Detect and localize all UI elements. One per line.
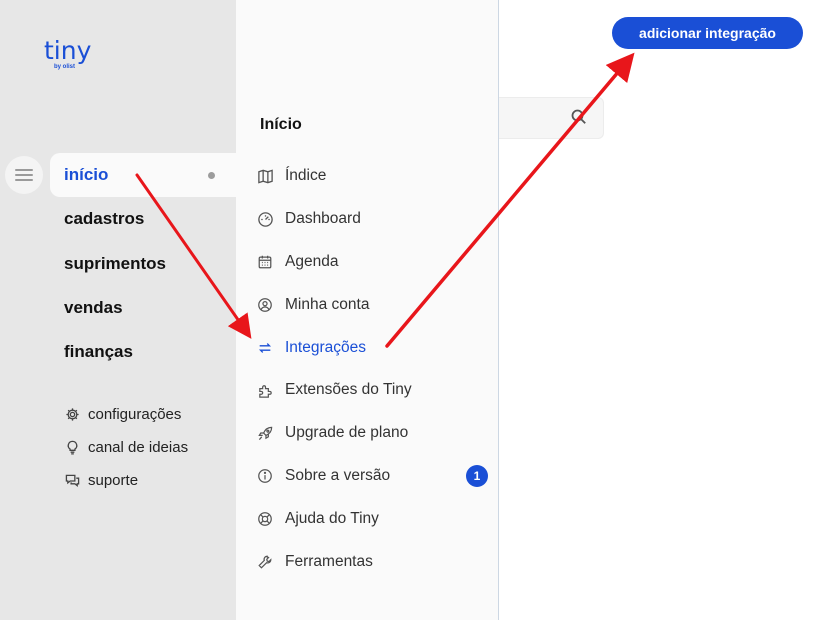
submenu-item-label: Ajuda do Tiny bbox=[285, 510, 379, 527]
sidebar-item-cadastros[interactable]: cadastros bbox=[64, 209, 144, 229]
info-icon bbox=[256, 467, 274, 485]
submenu-item-label: Dashboard bbox=[285, 210, 361, 227]
submenu-item-label: Upgrade de plano bbox=[285, 424, 409, 441]
sidebar-item-inicio[interactable]: início bbox=[64, 165, 108, 185]
submenu-item-integracoes[interactable]: Integrações bbox=[256, 337, 366, 359]
submenu-item-label: Sobre a versão bbox=[285, 467, 391, 484]
submenu-item-ferramentas[interactable]: Ferramentas bbox=[256, 551, 373, 573]
wrench-icon bbox=[256, 553, 274, 571]
submenu-item-ajuda-do-tiny[interactable]: Ajuda do Tiny bbox=[256, 508, 379, 530]
map-icon bbox=[256, 167, 274, 185]
sidebar-item-suprimentos[interactable]: suprimentos bbox=[64, 254, 166, 274]
active-indicator-dot bbox=[208, 172, 215, 179]
version-badge: 1 bbox=[466, 465, 488, 487]
hamburger-icon bbox=[15, 169, 33, 181]
menu-toggle-button[interactable] bbox=[5, 156, 43, 194]
lightbulb-icon bbox=[64, 440, 80, 456]
lifebuoy-icon bbox=[256, 510, 274, 528]
add-integration-button[interactable]: adicionar integração bbox=[612, 17, 803, 49]
logo-word: tiny bbox=[44, 36, 92, 65]
logo-subtitle: by olist bbox=[54, 64, 76, 70]
app-window: tiny by olist início cadastros supriment… bbox=[0, 0, 820, 620]
submenu-item-label: Extensões do Tiny bbox=[285, 381, 412, 398]
rocket-icon bbox=[256, 424, 274, 442]
search-icon[interactable] bbox=[570, 108, 588, 126]
sidebar-item-label: canal de ideias bbox=[88, 439, 189, 456]
gauge-icon bbox=[256, 210, 274, 228]
tiny-logo[interactable]: tiny by olist bbox=[44, 38, 104, 74]
submenu-panel: Início Índice Dashboard Agenda Minha con… bbox=[236, 0, 499, 620]
gear-icon bbox=[64, 407, 80, 423]
sidebar-item-vendas[interactable]: vendas bbox=[64, 298, 123, 318]
submenu-item-label: Agenda bbox=[285, 253, 339, 270]
main-sidebar: tiny by olist início cadastros supriment… bbox=[0, 0, 236, 620]
sidebar-item-label: configurações bbox=[88, 406, 182, 423]
submenu-item-minha-conta[interactable]: Minha conta bbox=[256, 294, 369, 316]
submenu-item-agenda[interactable]: Agenda bbox=[256, 251, 338, 273]
sidebar-item-suporte[interactable]: suporte bbox=[64, 472, 138, 489]
search-input[interactable] bbox=[499, 97, 604, 139]
submenu-item-label: Minha conta bbox=[285, 296, 370, 313]
submenu-item-extensoes[interactable]: Extensões do Tiny bbox=[256, 379, 412, 401]
submenu-item-upgrade-de-plano[interactable]: Upgrade de plano bbox=[256, 422, 408, 444]
submenu-item-label: Ferramentas bbox=[285, 553, 373, 570]
submenu-item-sobre-a-versao[interactable]: Sobre a versão bbox=[256, 465, 390, 487]
submenu-item-label: Integrações bbox=[285, 339, 366, 356]
sidebar-item-financas[interactable]: finanças bbox=[64, 342, 133, 362]
sidebar-item-label: suporte bbox=[88, 472, 139, 489]
arrows-exchange-icon bbox=[256, 339, 274, 357]
submenu-item-label: Índice bbox=[285, 167, 327, 184]
chat-icon bbox=[64, 473, 80, 489]
sidebar-item-configuracoes[interactable]: configurações bbox=[64, 406, 181, 423]
submenu-item-indice[interactable]: Índice bbox=[256, 165, 326, 187]
user-circle-icon bbox=[256, 296, 274, 314]
puzzle-icon bbox=[256, 381, 274, 399]
submenu-item-dashboard[interactable]: Dashboard bbox=[256, 208, 361, 230]
submenu-title: Início bbox=[260, 116, 302, 133]
calendar-icon bbox=[256, 253, 274, 271]
sidebar-item-canal-de-ideias[interactable]: canal de ideias bbox=[64, 439, 188, 456]
